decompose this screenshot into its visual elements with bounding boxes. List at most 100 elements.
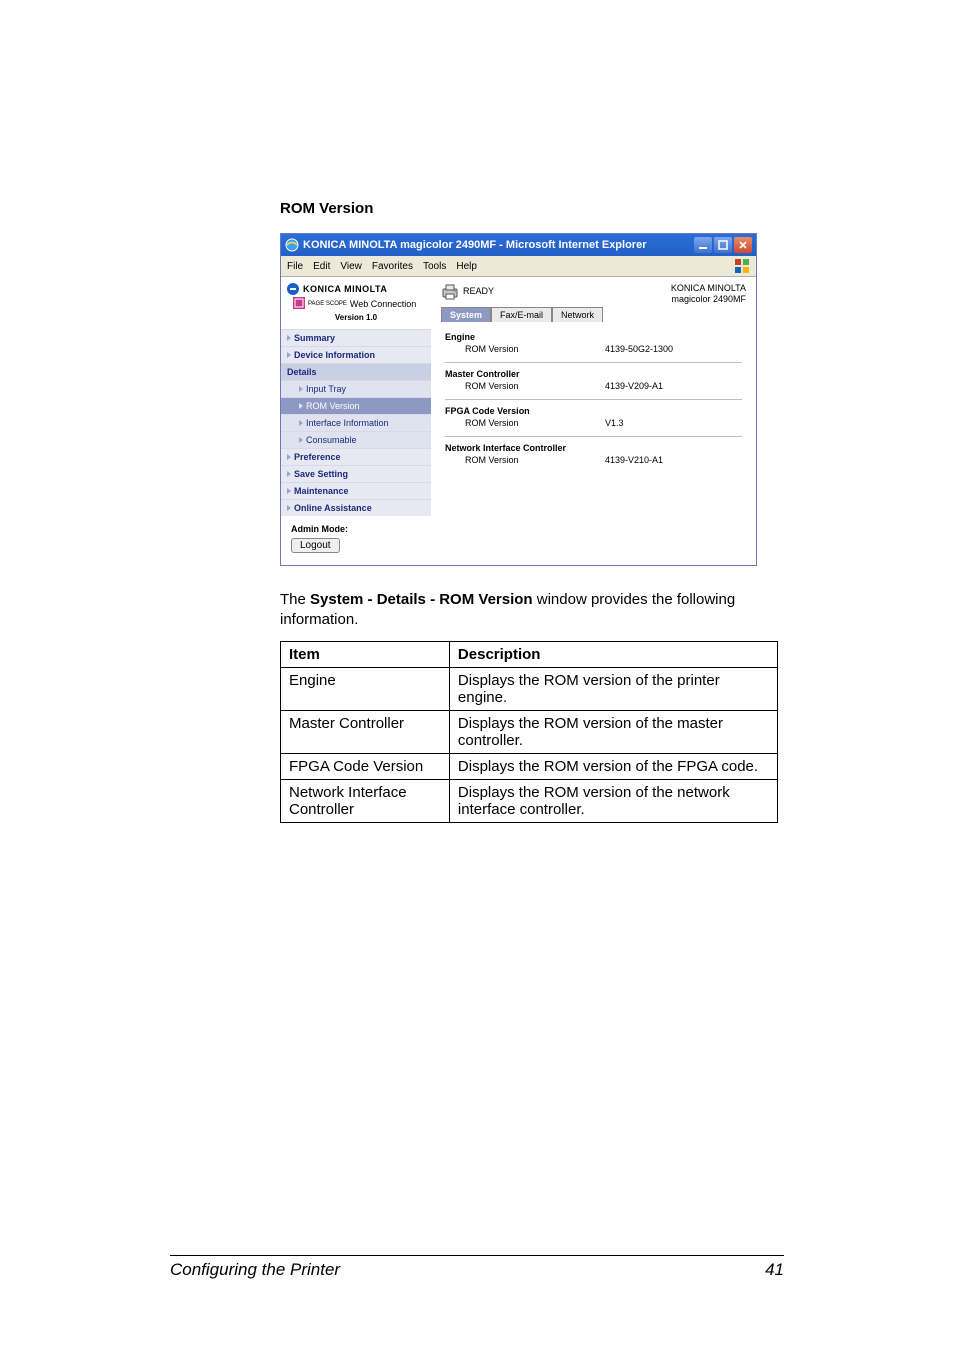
menu-view[interactable]: View (340, 261, 362, 272)
browser-window: KONICA MINOLTA magicolor 2490MF - Micros… (280, 233, 757, 566)
footer-page-number: 41 (765, 1260, 784, 1280)
sidebar-item-label: Consumable (306, 435, 357, 445)
menubar: File Edit View Favorites Tools Help (281, 256, 756, 277)
section-fpga-title: FPGA Code Version (445, 406, 742, 416)
table-cell-desc: Displays the ROM version of the master c… (449, 710, 777, 753)
window-controls (694, 237, 752, 253)
chevron-right-icon (287, 505, 291, 511)
window-title: KONICA MINOLTA magicolor 2490MF - Micros… (303, 239, 646, 251)
page-footer: Configuring the Printer 41 (170, 1255, 784, 1280)
chevron-right-icon (287, 454, 291, 460)
sidebar-item-label: Interface Information (306, 418, 389, 428)
menu-favorites[interactable]: Favorites (372, 261, 413, 272)
windows-logo-icon (734, 258, 750, 274)
table-row: Master Controller Displays the ROM versi… (281, 710, 778, 753)
menu-file[interactable]: File (287, 261, 303, 272)
nic-rom-value: 4139-V210-A1 (605, 455, 663, 465)
divider (445, 399, 742, 400)
sidebar-item-label: Online Assistance (294, 503, 372, 513)
sidebar-item-maintenance[interactable]: Maintenance (281, 482, 431, 499)
sidebar-item-rom-version[interactable]: ROM Version (281, 397, 431, 414)
main-pane: READY KONICA MINOLTA magicolor 2490MF Sy… (431, 277, 756, 516)
status-ready: READY (463, 286, 494, 296)
menu-edit[interactable]: Edit (313, 261, 330, 272)
section-master-title: Master Controller (445, 369, 742, 379)
maximize-button[interactable] (714, 237, 732, 253)
sidebar: KONICA MINOLTA PAGE SCOPE Web Connection… (281, 277, 431, 516)
sidebar-item-online-assistance[interactable]: Online Assistance (281, 499, 431, 516)
sidebar-item-label: ROM Version (306, 401, 360, 411)
sidebar-item-consumable[interactable]: Consumable (281, 431, 431, 448)
device-model: magicolor 2490MF (671, 294, 746, 305)
brand-name: KONICA MINOLTA (303, 284, 387, 294)
brand-dot-icon (287, 283, 299, 295)
engine-rom-value: 4139-50G2-1300 (605, 344, 673, 354)
minimize-button[interactable] (694, 237, 712, 253)
menu-help[interactable]: Help (456, 261, 477, 272)
sidebar-item-save-setting[interactable]: Save Setting (281, 465, 431, 482)
sidebar-item-input-tray[interactable]: Input Tray (281, 380, 431, 397)
table-head-description: Description (449, 641, 777, 667)
sidebar-item-label: Preference (294, 452, 341, 462)
sidebar-item-device-information[interactable]: Device Information (281, 346, 431, 363)
tab-system[interactable]: System (441, 307, 491, 322)
admin-mode-section: Admin Mode: Logout (281, 516, 756, 565)
pagescope-icon (293, 297, 305, 311)
web-connection-label: Web Connection (350, 299, 416, 309)
brand-logo: KONICA MINOLTA (287, 283, 425, 295)
menu-tools[interactable]: Tools (423, 261, 446, 272)
sidebar-item-label: Device Information (294, 350, 375, 360)
chevron-right-icon (299, 386, 303, 392)
admin-mode-label: Admin Mode: (291, 524, 746, 534)
nic-rom-label: ROM Version (465, 455, 605, 465)
footer-left: Configuring the Printer (170, 1260, 340, 1280)
sidebar-header-details: Details (281, 363, 431, 380)
printer-icon (441, 283, 457, 299)
chevron-right-icon (287, 471, 291, 477)
sidebar-item-label: Input Tray (306, 384, 346, 394)
divider (445, 436, 742, 437)
tab-fax-email[interactable]: Fax/E-mail (491, 307, 552, 322)
tabs: System Fax/E-mail Network (431, 307, 756, 322)
close-button[interactable] (734, 237, 752, 253)
version-label: Version 1.0 (287, 313, 425, 325)
section-engine-title: Engine (445, 332, 742, 342)
fpga-rom-label: ROM Version (465, 418, 605, 428)
table-cell-desc: Displays the ROM version of the printer … (449, 667, 777, 710)
sidebar-item-preference[interactable]: Preference (281, 448, 431, 465)
table-row: Network Interface Controller Displays th… (281, 779, 778, 822)
sidebar-item-summary[interactable]: Summary (281, 329, 431, 346)
sidebar-item-label: Maintenance (294, 486, 349, 496)
paragraph-bold: System - Details - ROM Version (310, 591, 533, 608)
chevron-right-icon (299, 437, 303, 443)
logout-button[interactable]: Logout (291, 538, 340, 553)
device-maker: KONICA MINOLTA (671, 283, 746, 294)
info-table: Item Description Engine Displays the ROM… (280, 641, 778, 823)
table-cell-desc: Displays the ROM version of the network … (449, 779, 777, 822)
table-cell-item: Network Interface Controller (281, 779, 450, 822)
table-cell-item: Engine (281, 667, 450, 710)
section-heading: ROM Version (280, 200, 784, 217)
master-rom-label: ROM Version (465, 381, 605, 391)
sidebar-item-label: Save Setting (294, 469, 348, 479)
engine-rom-label: ROM Version (465, 344, 605, 354)
tab-network[interactable]: Network (552, 307, 603, 322)
body-paragraph: The System - Details - ROM Version windo… (280, 590, 784, 631)
chevron-right-icon (287, 352, 291, 358)
section-nic-title: Network Interface Controller (445, 443, 742, 453)
pagescope-label: PAGE SCOPE (308, 301, 347, 307)
master-rom-value: 4139-V209-A1 (605, 381, 663, 391)
table-row: Engine Displays the ROM version of the p… (281, 667, 778, 710)
ie-icon (285, 238, 299, 252)
divider (445, 362, 742, 363)
sidebar-item-interface-information[interactable]: Interface Information (281, 414, 431, 431)
sidebar-item-label: Summary (294, 333, 335, 343)
chevron-right-icon (287, 335, 291, 341)
table-cell-item: FPGA Code Version (281, 753, 450, 779)
table-cell-item: Master Controller (281, 710, 450, 753)
chevron-right-icon (299, 403, 303, 409)
paragraph-pre: The (280, 591, 310, 608)
fpga-rom-value: V1.3 (605, 418, 624, 428)
table-cell-desc: Displays the ROM version of the FPGA cod… (449, 753, 777, 779)
chevron-right-icon (299, 420, 303, 426)
